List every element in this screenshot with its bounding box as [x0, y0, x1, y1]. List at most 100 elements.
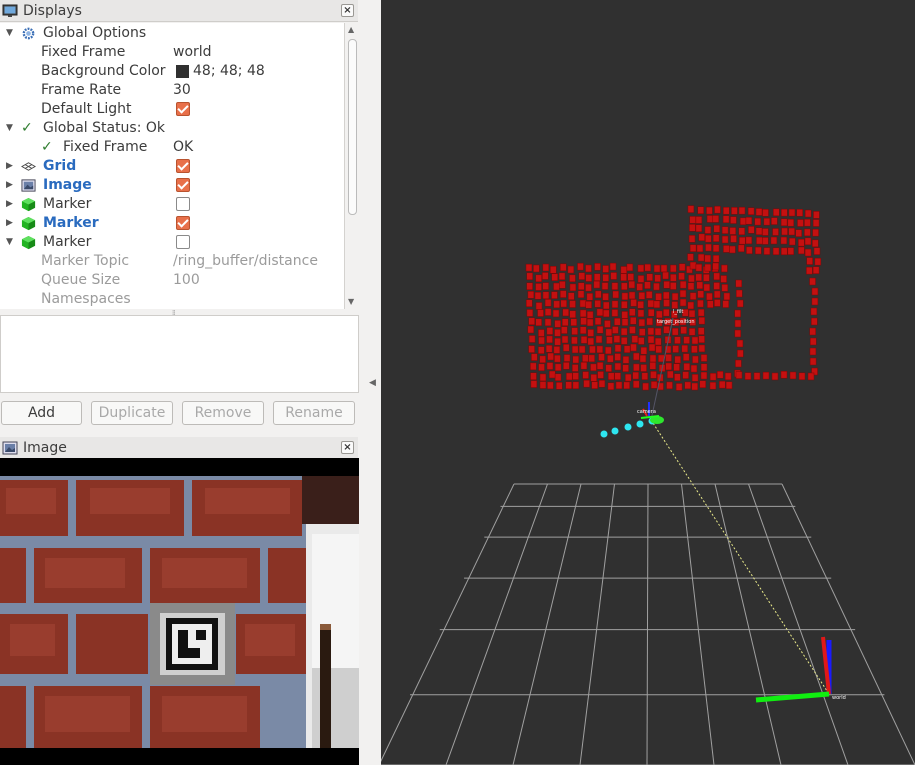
image-checkbox[interactable] — [176, 178, 190, 192]
marker-cube — [665, 354, 672, 362]
default-light-checkbox[interactable] — [176, 102, 190, 116]
tree-value[interactable]: world — [173, 43, 212, 62]
tree-row-marker[interactable]: ▶ Marker — [0, 214, 344, 233]
description-box — [0, 315, 359, 393]
marker-cube — [713, 225, 720, 233]
marker-cube — [653, 300, 661, 309]
tree-label: Global Options — [43, 25, 147, 41]
marker-cube — [804, 218, 811, 227]
marker-cube — [697, 206, 704, 214]
marker-cube — [621, 311, 629, 319]
displays-tree[interactable]: ▼ Global Options Fixed Frame world Backg… — [0, 23, 345, 309]
duplicate-button[interactable]: Duplicate — [91, 401, 173, 425]
tree-row-global-status[interactable]: ▼ ✓ Global Status: Ok — [0, 119, 344, 138]
add-button[interactable]: Add — [1, 401, 82, 425]
expand-arrow-icon[interactable]: ▼ — [6, 119, 16, 138]
marker-cube — [569, 310, 576, 319]
marker-cube — [748, 226, 755, 234]
marker-cube — [738, 244, 745, 253]
marker-cube — [554, 320, 561, 328]
marker-cubes — [525, 205, 822, 391]
marker-cube — [553, 346, 561, 354]
tree-value[interactable]: /ring_buffer/distance — [173, 252, 318, 271]
marker-cube — [561, 335, 569, 344]
marker-cube — [704, 263, 712, 272]
marker-cube — [679, 289, 687, 298]
marker-cube — [812, 266, 820, 274]
marker-cube — [689, 216, 696, 224]
collapse-arrow-icon[interactable]: ▶ — [6, 214, 16, 233]
marker-checkbox[interactable] — [176, 235, 190, 249]
tree-value[interactable]: 48; 48; 48 — [193, 62, 265, 81]
marker-cube — [705, 243, 712, 252]
collapse-arrow-icon[interactable]: ▶ — [6, 157, 16, 176]
expand-arrow-icon[interactable]: ▼ — [6, 233, 16, 252]
marker-cube — [614, 362, 622, 371]
marker-cube — [528, 317, 535, 326]
tree-row-frame-rate[interactable]: Frame Rate 30 — [0, 81, 344, 100]
close-icon[interactable]: × — [341, 4, 354, 17]
tree-row-fixed-frame[interactable]: Fixed Frame world — [0, 43, 344, 62]
tree-row-grid[interactable]: ▶ Grid — [0, 157, 344, 176]
marker-checkbox[interactable] — [176, 197, 190, 211]
tree-row-marker[interactable]: ▶ Marker — [0, 195, 344, 214]
tree-row-status-fixed-frame[interactable]: ✓ Fixed Frame OK — [0, 138, 344, 157]
marker-cube — [646, 317, 653, 326]
rename-button[interactable]: Rename — [273, 401, 355, 425]
marker-cube — [671, 292, 679, 301]
marker-cube — [527, 325, 535, 334]
tree-row-marker-topic[interactable]: Marker Topic /ring_buffer/distance — [0, 252, 344, 271]
scroll-down-icon[interactable]: ▼ — [348, 297, 354, 306]
tree-row-namespaces[interactable]: Namespaces — [0, 290, 344, 309]
marker-cube — [735, 279, 743, 288]
tree-value[interactable]: 100 — [173, 271, 200, 290]
marker-cube — [695, 224, 703, 232]
marker-cube — [538, 346, 545, 354]
collapse-arrow-icon[interactable]: ▶ — [6, 195, 16, 214]
marker-cube — [580, 336, 588, 344]
tree-row-global-options[interactable]: ▼ Global Options — [0, 24, 344, 43]
marker-cube — [613, 335, 621, 343]
marker-cube — [554, 329, 561, 337]
tree-label: Image — [43, 177, 92, 193]
dock-splitter[interactable]: ◀ — [360, 0, 381, 765]
3d-scene[interactable]: l_filt target_position camera world — [381, 0, 915, 765]
marker-cube — [683, 363, 691, 371]
marker-cube — [551, 291, 558, 299]
tree-label: Marker — [43, 234, 92, 250]
tree-scrollbar[interactable]: ▲ ▼ — [346, 23, 359, 309]
tree-row-default-light[interactable]: Default Light — [0, 100, 344, 119]
displays-title-bar[interactable]: Displays × — [0, 0, 358, 22]
scroll-up-icon[interactable]: ▲ — [348, 25, 354, 34]
expand-arrow-icon[interactable]: ▼ — [6, 24, 16, 43]
check-icon: ✓ — [21, 120, 33, 136]
marker-cube — [542, 263, 550, 272]
close-icon[interactable]: × — [341, 441, 354, 454]
marker-checkbox[interactable] — [176, 216, 190, 230]
color-swatch[interactable] — [176, 65, 189, 78]
marker-cube — [639, 328, 646, 336]
collapse-arrow-icon[interactable]: ▶ — [6, 176, 16, 195]
scroll-thumb[interactable] — [348, 39, 357, 215]
remove-button[interactable]: Remove — [182, 401, 264, 425]
marker-cube — [596, 345, 604, 354]
marker-cube — [568, 292, 575, 300]
marker-cube — [545, 345, 553, 353]
marker-cube — [530, 380, 538, 388]
marker-cube — [646, 273, 653, 281]
3d-viewport[interactable]: l_filt target_position camera world — [381, 0, 915, 765]
tree-row-marker[interactable]: ▼ Marker — [0, 233, 344, 252]
tree-row-background-color[interactable]: Background Color 48; 48; 48 — [0, 62, 344, 81]
collapse-left-icon[interactable]: ◀ — [369, 378, 376, 388]
tree-row-image[interactable]: ▶ Image — [0, 176, 344, 195]
marker-cube — [623, 381, 630, 390]
image-title-bar[interactable]: Image × — [0, 437, 358, 459]
marker-cube — [571, 327, 578, 335]
marker-cube — [579, 299, 587, 308]
tree-value[interactable]: 30 — [173, 81, 191, 100]
grid-checkbox[interactable] — [176, 159, 190, 173]
tree-row-queue-size[interactable]: Queue Size 100 — [0, 271, 344, 290]
marker-cube — [612, 326, 619, 334]
marker-cube — [614, 372, 621, 380]
marker-cube — [700, 354, 708, 362]
